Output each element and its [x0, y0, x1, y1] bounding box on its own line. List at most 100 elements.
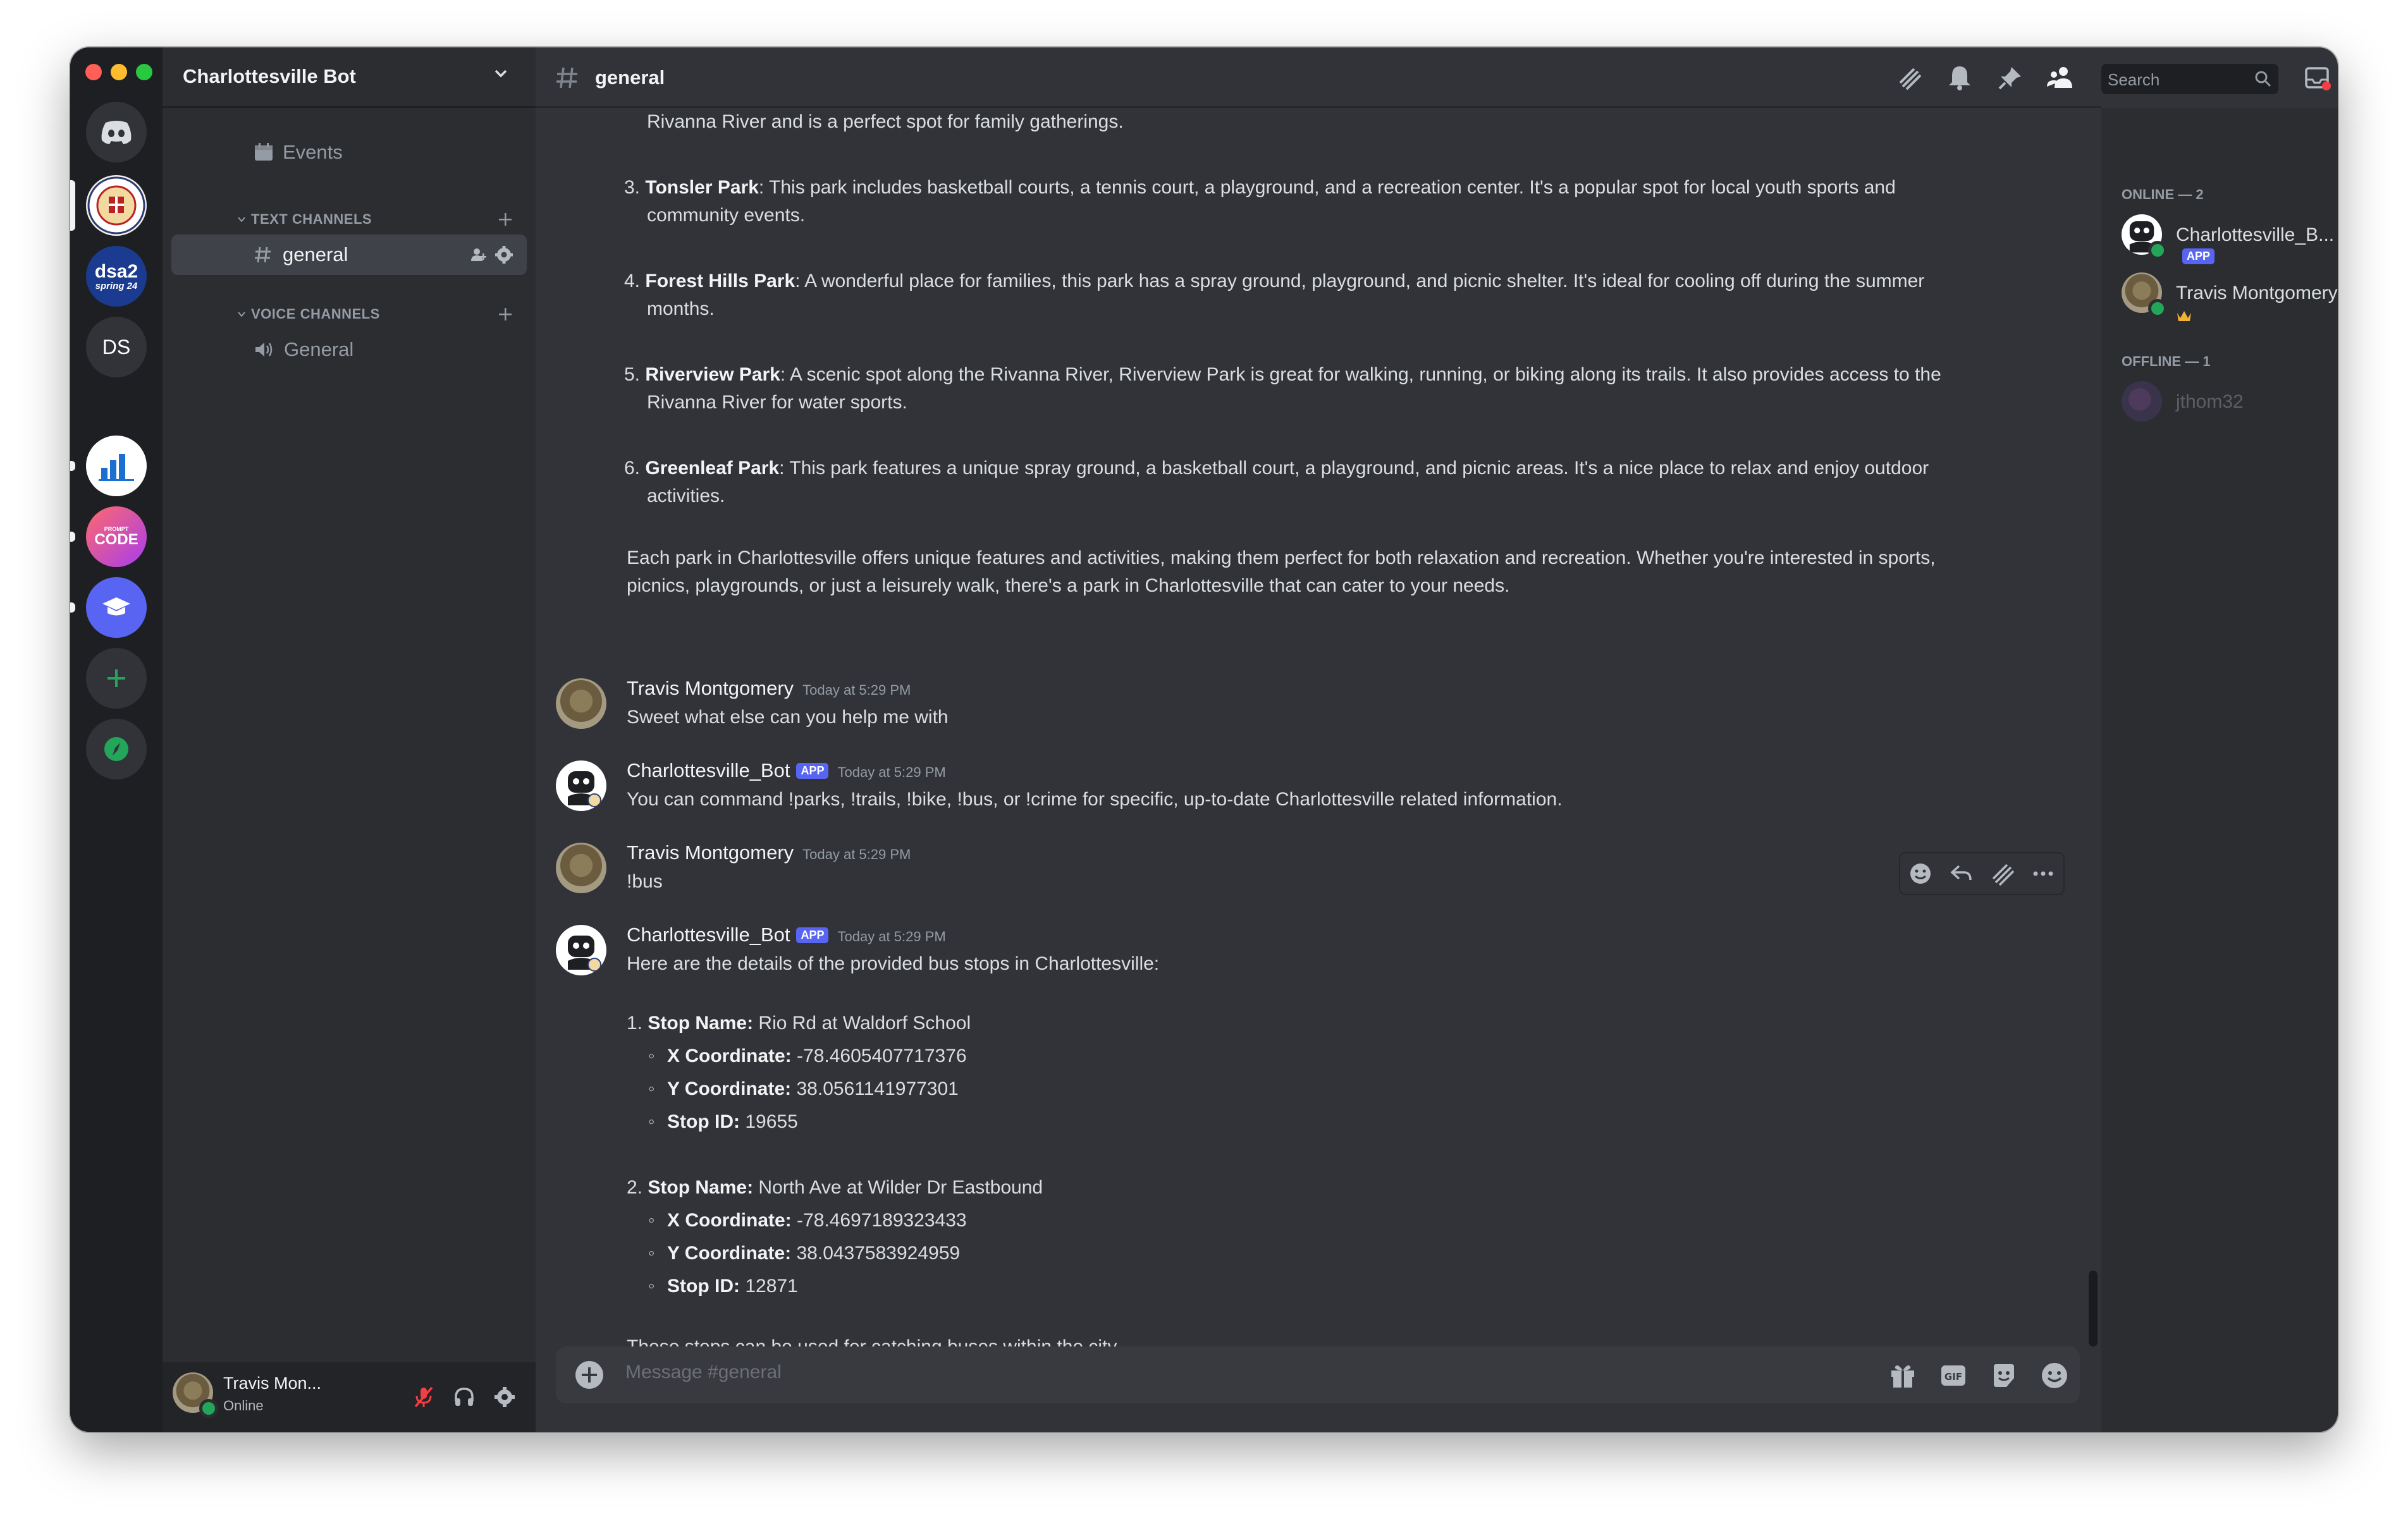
city-seal-icon[interactable]: [86, 175, 147, 236]
discord-home-icon[interactable]: [86, 102, 147, 162]
events-label: Events: [283, 141, 343, 163]
gif-icon[interactable]: GIF: [1939, 1362, 1967, 1389]
dsa2-label: dsa2: [94, 260, 138, 282]
bot-avatar[interactable]: [556, 925, 606, 975]
message-timestamp: Today at 5:29 PM: [837, 929, 946, 944]
message-author[interactable]: Charlottesville_Bot: [627, 759, 790, 781]
message-author[interactable]: Travis Montgomery: [627, 841, 794, 864]
server-owner-crown-icon: [2176, 309, 2192, 323]
message-avatar[interactable]: [556, 678, 606, 729]
message-header: Charlottesville_Bot APP Today at 5:29 PM: [627, 759, 946, 782]
user-status: Online: [223, 1398, 264, 1413]
online-status-dot: [2148, 241, 2167, 260]
sticker-icon[interactable]: [1990, 1362, 2018, 1389]
channel-settings-gear-icon[interactable]: [494, 245, 514, 265]
create-thread-icon[interactable]: [1989, 861, 2015, 886]
bot-avatar[interactable]: [556, 760, 606, 811]
svg-text:GIF: GIF: [1944, 1371, 1962, 1383]
unread-pill: [70, 461, 75, 471]
chevron-down-icon: [491, 64, 510, 83]
emoji-icon[interactable]: [2041, 1362, 2068, 1389]
stop-item: 2. Stop Name: North Ave at Wilder Dr Eas…: [627, 1177, 1043, 1198]
add-reaction-icon[interactable]: [1908, 861, 1933, 886]
list-item-cont: months.: [647, 298, 715, 319]
inbox-icon[interactable]: [2302, 63, 2333, 93]
list-item: 4. Forest Hills Park: A wonderful place …: [624, 271, 1925, 291]
muted-microphone-icon[interactable]: [410, 1384, 437, 1410]
reply-icon[interactable]: [1949, 861, 1974, 886]
member-item[interactable]: Travis Montgomery: [2176, 283, 2338, 326]
close-window-button[interactable]: [85, 64, 102, 80]
message-content: !bus: [627, 871, 663, 892]
minimize-window-button[interactable]: [111, 64, 127, 80]
channel-title: general: [595, 66, 665, 89]
prompt-code-server-icon[interactable]: PROMPT CODE: [86, 506, 147, 567]
chat-area: general Search Rivanna River and is a pe…: [536, 47, 2331, 1432]
headphones-icon[interactable]: [451, 1384, 477, 1410]
channel-label: general: [283, 243, 348, 266]
explore-compass-icon[interactable]: [86, 719, 147, 779]
member-name: jthom32: [2176, 391, 2244, 412]
voice-channels-category[interactable]: VOICE CHANNELS: [237, 303, 522, 326]
summary-line: Each park in Charlottesville offers uniq…: [627, 547, 1936, 568]
events-item[interactable]: Events: [254, 133, 538, 171]
message-list: Rivanna River and is a perfect spot for …: [536, 108, 2091, 1371]
chat-scrollbar[interactable]: [2089, 1271, 2098, 1346]
user-name[interactable]: Travis Mon...: [223, 1374, 321, 1393]
member-name: Charlottesville_B...: [2176, 224, 2335, 245]
pinned-messages-icon[interactable]: [1995, 63, 2025, 93]
server-header[interactable]: Charlottesville Bot: [163, 47, 536, 108]
message-content: Here are the details of the provided bus…: [627, 953, 1160, 974]
search-input[interactable]: Search: [2101, 64, 2278, 94]
ds-label: DS: [102, 335, 131, 358]
active-server-pill: [70, 180, 75, 231]
member-name: Travis Montgomery: [2176, 283, 2338, 303]
stop-detail: ◦ X Coordinate: -78.4697189323433: [648, 1210, 967, 1231]
member-item[interactable]: jthom32: [2176, 391, 2244, 413]
list-item-tail: Rivanna River and is a perfect spot for …: [647, 111, 1124, 132]
graduation-cap-icon[interactable]: [86, 577, 147, 638]
category-label: VOICE CHANNELS: [251, 306, 380, 322]
voice-channel-general[interactable]: General: [254, 329, 353, 370]
stop-item: 1. Stop Name: Rio Rd at Waldorf School: [627, 1013, 971, 1034]
ds-server-icon[interactable]: DS: [86, 317, 147, 377]
message-input-placeholder[interactable]: Message #general: [625, 1362, 782, 1383]
message-timestamp: Today at 5:29 PM: [802, 846, 911, 862]
list-item-cont: Rivanna River for water sports.: [647, 392, 907, 413]
list-item-cont: community events.: [647, 205, 806, 226]
create-invite-icon[interactable]: [469, 245, 489, 265]
message-author[interactable]: Charlottesville_Bot: [627, 924, 790, 946]
add-server-icon[interactable]: [86, 648, 147, 709]
create-text-channel-plus-icon[interactable]: [495, 209, 515, 229]
zoom-window-button[interactable]: [136, 64, 152, 80]
message-header: Charlottesville_Bot APP Today at 5:29 PM: [627, 924, 946, 946]
add-attachment-plus-icon[interactable]: [575, 1360, 604, 1389]
member-item[interactable]: Charlottesville_B... APP: [2176, 224, 2338, 267]
server-name: Charlottesville Bot: [183, 65, 356, 87]
threads-icon[interactable]: [1894, 63, 1924, 93]
create-voice-channel-plus-icon[interactable]: [495, 304, 515, 324]
message-content: You can command !parks, !trails, !bike, …: [627, 789, 1563, 810]
list-item-cont: activities.: [647, 485, 725, 506]
stop-detail: ◦ Stop ID: 19655: [648, 1111, 798, 1132]
stop-detail: ◦ Y Coordinate: 38.0437583924959: [648, 1243, 961, 1264]
member-list-icon[interactable]: [2044, 63, 2075, 93]
bar-chart-icon[interactable]: [86, 436, 147, 496]
app-badge: APP: [2182, 248, 2215, 264]
dsa2-server-icon[interactable]: dsa2 spring 24: [86, 246, 147, 307]
message-avatar[interactable]: [556, 843, 606, 893]
channel-general-row: general: [254, 235, 348, 275]
gift-icon[interactable]: [1889, 1362, 1917, 1389]
text-channels-category[interactable]: TEXT CHANNELS: [237, 208, 522, 231]
notification-bell-icon[interactable]: [1944, 63, 1975, 93]
calendar-icon: [254, 143, 274, 162]
message-author[interactable]: Travis Montgomery: [627, 677, 794, 699]
list-item: 3. Tonsler Park: This park includes bask…: [624, 177, 1896, 198]
user-settings-gear-icon[interactable]: [491, 1384, 518, 1410]
message-header: Travis Montgomery Today at 5:29 PM: [627, 677, 911, 700]
member-avatar[interactable]: [2122, 381, 2162, 422]
more-options-icon[interactable]: [2030, 861, 2056, 886]
message-actions-toolbar: [1899, 852, 2065, 895]
message-composer[interactable]: Message #general GIF: [556, 1346, 2080, 1403]
unread-pill: [70, 532, 75, 542]
